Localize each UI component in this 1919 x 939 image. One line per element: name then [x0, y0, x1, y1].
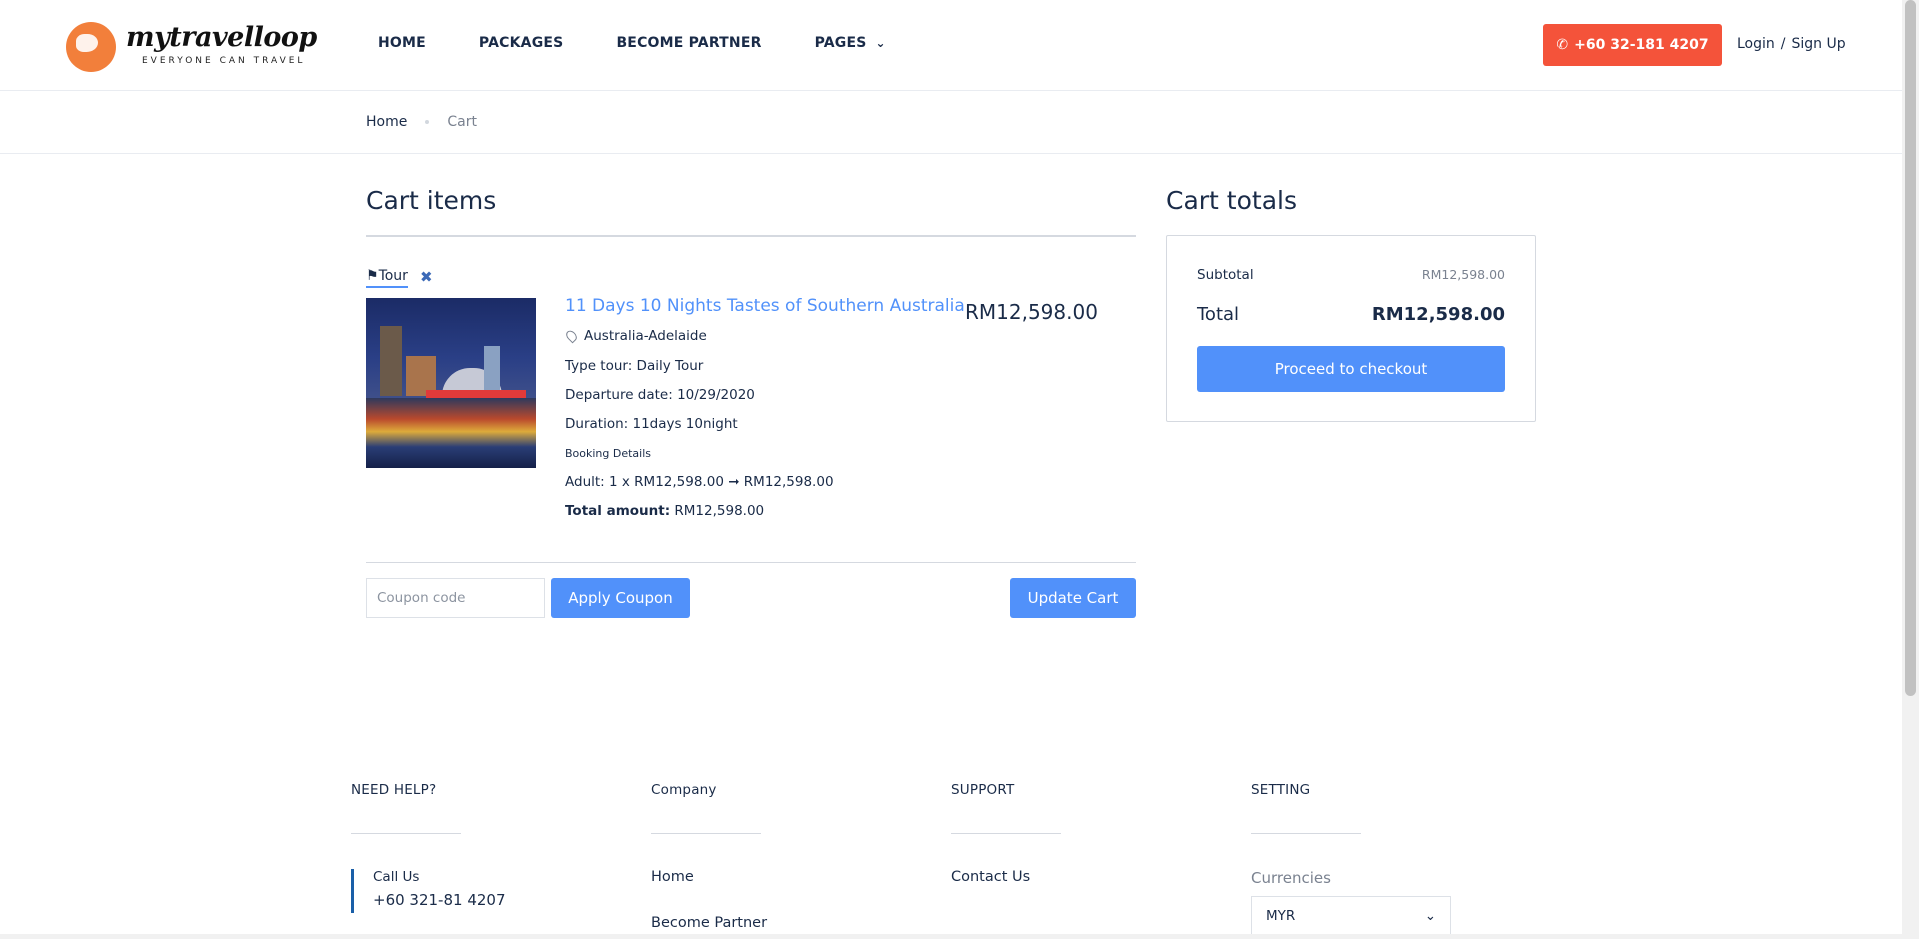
chevron-down-icon: ⌄	[1424, 908, 1436, 924]
tour-type: Type tour: Daily Tour	[565, 358, 704, 374]
nav-home[interactable]: HOME	[378, 35, 426, 51]
apply-coupon-button[interactable]: Apply Coupon	[551, 578, 690, 618]
footer-support: SUPPORT Contact Us	[951, 782, 1061, 885]
auth-separator: /	[1780, 36, 1786, 52]
footer-heading: NEED HELP?	[351, 782, 437, 798]
divider	[366, 235, 1136, 237]
footer-link-contact-us[interactable]: Contact Us	[951, 869, 1030, 885]
footer-link-become-partner[interactable]: Become Partner	[651, 915, 767, 931]
cart-totals-panel: Subtotal RM12,598.00 Total RM12,598.00 P…	[1166, 235, 1536, 422]
scrollbar-thumb[interactable]	[1905, 0, 1916, 696]
item-type-label: Tour	[378, 268, 408, 284]
footer-setting: SETTING Currencies MYR ⌄	[1251, 782, 1451, 936]
nav-become-partner[interactable]: BECOME PARTNER	[616, 35, 761, 51]
nav-home-label: HOME	[378, 35, 426, 51]
footer-heading: SETTING	[1251, 782, 1311, 798]
currency-value: MYR	[1266, 908, 1296, 924]
footer-need-help: NEED HELP?	[351, 782, 461, 834]
close-icon[interactable]: ✖	[420, 268, 433, 286]
divider	[651, 833, 761, 834]
item-price: RM12,598.00	[965, 300, 1098, 324]
nav-packages-label: PACKAGES	[478, 35, 564, 51]
login-link[interactable]: Login	[1737, 36, 1775, 52]
update-cart-button[interactable]: Update Cart	[1010, 578, 1136, 618]
footer-company: Company Home Become Partner	[651, 782, 767, 931]
nav-pages[interactable]: PAGES ⌄	[815, 35, 886, 51]
total-label: Total	[1197, 304, 1240, 325]
breadcrumb-separator	[425, 120, 430, 124]
logo-tagline: EVERYONE CAN TRAVEL	[142, 56, 306, 66]
cart-items-heading: Cart items	[366, 186, 497, 215]
footer-heading: Company	[651, 782, 717, 798]
tour-location: Australia-Adelaide	[564, 328, 707, 344]
total-amount-line: Total amount: RM12,598.00	[565, 503, 764, 519]
booking-details-label: Booking Details	[565, 447, 652, 460]
currency-select[interactable]: MYR ⌄	[1251, 896, 1451, 936]
adult-price-line: Adult: 1 x RM12,598.00 ➞ RM12,598.00	[565, 474, 834, 490]
cart-totals-heading: Cart totals	[1166, 186, 1297, 215]
main-nav: HOME PACKAGES BECOME PARTNER PAGES ⌄	[378, 35, 939, 51]
nav-pages-label: PAGES	[814, 35, 867, 51]
divider	[1251, 833, 1361, 834]
footer-link-home[interactable]: Home	[651, 869, 694, 885]
nav-packages[interactable]: PACKAGES	[479, 35, 564, 51]
tour-duration: Duration: 11days 10night	[565, 416, 738, 432]
site-logo[interactable]: mytravelloop EVERYONE CAN TRAVEL	[66, 18, 317, 74]
horizontal-scrollbar[interactable]	[0, 934, 1902, 939]
breadcrumb-bar: Home Cart	[0, 91, 1902, 154]
nav-become-partner-label: BECOME PARTNER	[616, 35, 762, 51]
total-row: Total RM12,598.00	[1197, 304, 1505, 325]
flag-icon: ⚑	[366, 268, 379, 284]
map-pin-icon	[564, 328, 579, 344]
call-us-block: Call Us +60 321-81 4207	[351, 869, 506, 913]
tour-thumbnail[interactable]	[366, 298, 536, 468]
footer-heading: SUPPORT	[951, 782, 1015, 798]
chevron-down-icon: ⌄	[875, 36, 886, 50]
subtotal-value: RM12,598.00	[1421, 267, 1505, 282]
item-type-tag: ⚑Tour	[366, 268, 408, 288]
coupon-input[interactable]	[366, 578, 545, 618]
signup-link[interactable]: Sign Up	[1792, 36, 1846, 52]
subtotal-row: Subtotal RM12,598.00	[1197, 267, 1505, 283]
logo-wordmark: mytravelloop	[126, 22, 317, 53]
globe-icon	[66, 22, 116, 72]
subtotal-label: Subtotal	[1197, 267, 1254, 283]
tour-departure: Departure date: 10/29/2020	[565, 387, 755, 403]
currencies-label: Currencies	[1251, 869, 1331, 887]
phone-icon: ✆	[1556, 37, 1569, 53]
total-amount-value: RM12,598.00	[674, 503, 765, 519]
divider	[366, 562, 1136, 563]
total-value: RM12,598.00	[1371, 304, 1505, 325]
call-us-number[interactable]: +60 321-81 4207	[373, 891, 506, 909]
phone-button[interactable]: ✆ +60 32-181 4207	[1543, 24, 1722, 66]
breadcrumb-current: Cart	[447, 114, 477, 130]
tour-location-label: Australia-Adelaide	[584, 328, 707, 344]
proceed-to-checkout-button[interactable]: Proceed to checkout	[1197, 346, 1505, 392]
call-us-label: Call Us	[373, 869, 420, 885]
site-header: mytravelloop EVERYONE CAN TRAVEL HOME PA…	[0, 0, 1902, 91]
divider	[951, 833, 1061, 834]
auth-links: Login / Sign Up	[1737, 36, 1852, 52]
tour-title-link[interactable]: 11 Days 10 Nights Tastes of Southern Aus…	[565, 296, 965, 316]
breadcrumb-home[interactable]: Home	[366, 114, 407, 130]
phone-number-label: +60 32-181 4207	[1574, 37, 1709, 53]
breadcrumb: Home Cart	[366, 114, 477, 130]
divider	[351, 833, 461, 834]
total-amount-label: Total amount:	[565, 503, 671, 519]
